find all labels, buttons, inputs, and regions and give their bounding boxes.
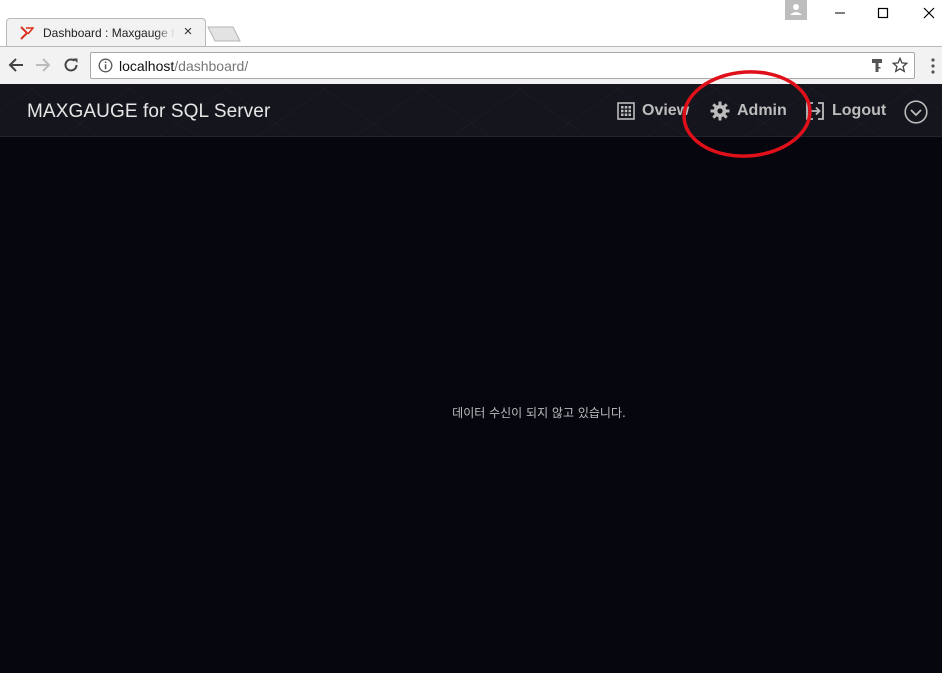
gear-icon xyxy=(710,101,730,121)
logout-icon xyxy=(806,102,824,120)
star-icon[interactable] xyxy=(892,57,908,73)
oview-label: Oview xyxy=(642,102,690,119)
logout-label: Logout xyxy=(832,102,887,119)
admin-label: Admin xyxy=(737,102,787,119)
new-tab-button[interactable] xyxy=(207,26,241,42)
profile-button[interactable] xyxy=(785,0,807,20)
admin-nav-item[interactable]: Admin xyxy=(710,100,787,122)
info-icon[interactable] xyxy=(98,58,113,73)
tab-title: Dashboard : Maxgauge for SQL Server xyxy=(43,26,175,40)
grid-icon xyxy=(617,102,635,120)
reload-icon xyxy=(64,58,78,72)
maximize-icon xyxy=(877,7,889,19)
logout-nav-item[interactable]: Logout xyxy=(805,100,886,122)
key-icon[interactable] xyxy=(870,58,884,73)
minimize-icon xyxy=(835,12,845,14)
app-header: MAXGAUGE for SQL Server Oview Admin Logo… xyxy=(0,84,942,137)
tab-close-icon[interactable]: × xyxy=(181,24,195,39)
url-path: /dashboard/ xyxy=(174,58,249,74)
minimize-button[interactable] xyxy=(825,2,855,24)
address-bar[interactable]: localhost/dashboard/ xyxy=(90,52,915,79)
app-title: MAXGAUGE for SQL Server xyxy=(27,101,271,122)
url-host: localhost xyxy=(119,58,175,74)
person-icon xyxy=(790,4,802,15)
maxgauge-favicon-icon xyxy=(20,26,34,40)
close-icon xyxy=(923,7,935,19)
oview-nav-item[interactable]: Oview xyxy=(617,100,689,122)
maximize-button[interactable] xyxy=(868,2,898,24)
back-button[interactable] xyxy=(6,55,26,75)
forward-button[interactable] xyxy=(33,55,53,75)
arrow-left-icon xyxy=(8,58,23,72)
close-window-button[interactable] xyxy=(914,2,942,24)
browser-tab[interactable]: Dashboard : Maxgauge for SQL Server × xyxy=(6,18,206,46)
arrow-right-icon xyxy=(36,58,51,72)
more-vert-icon[interactable] xyxy=(928,57,938,75)
url-text[interactable]: localhost/dashboard/ xyxy=(119,58,248,74)
reload-button[interactable] xyxy=(61,55,81,75)
browser-title-bar: Dashboard : Maxgauge for SQL Server × xyxy=(0,0,942,46)
no-data-message: 데이터 수신이 되지 않고 있습니다. xyxy=(452,406,626,420)
chevron-down-circle-icon[interactable] xyxy=(904,100,928,124)
dashboard-area: 데이터 수신이 되지 않고 있습니다. xyxy=(0,137,942,673)
browser-toolbar: localhost/dashboard/ xyxy=(0,46,942,84)
